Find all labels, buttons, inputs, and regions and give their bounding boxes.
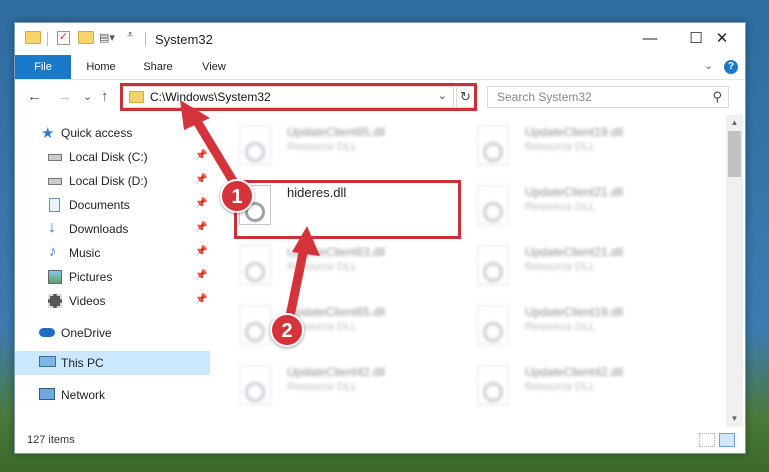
step-1-badge: 1 [220,179,254,213]
annotation-arrows [180,100,320,331]
step-2-badge: 2 [270,313,304,347]
